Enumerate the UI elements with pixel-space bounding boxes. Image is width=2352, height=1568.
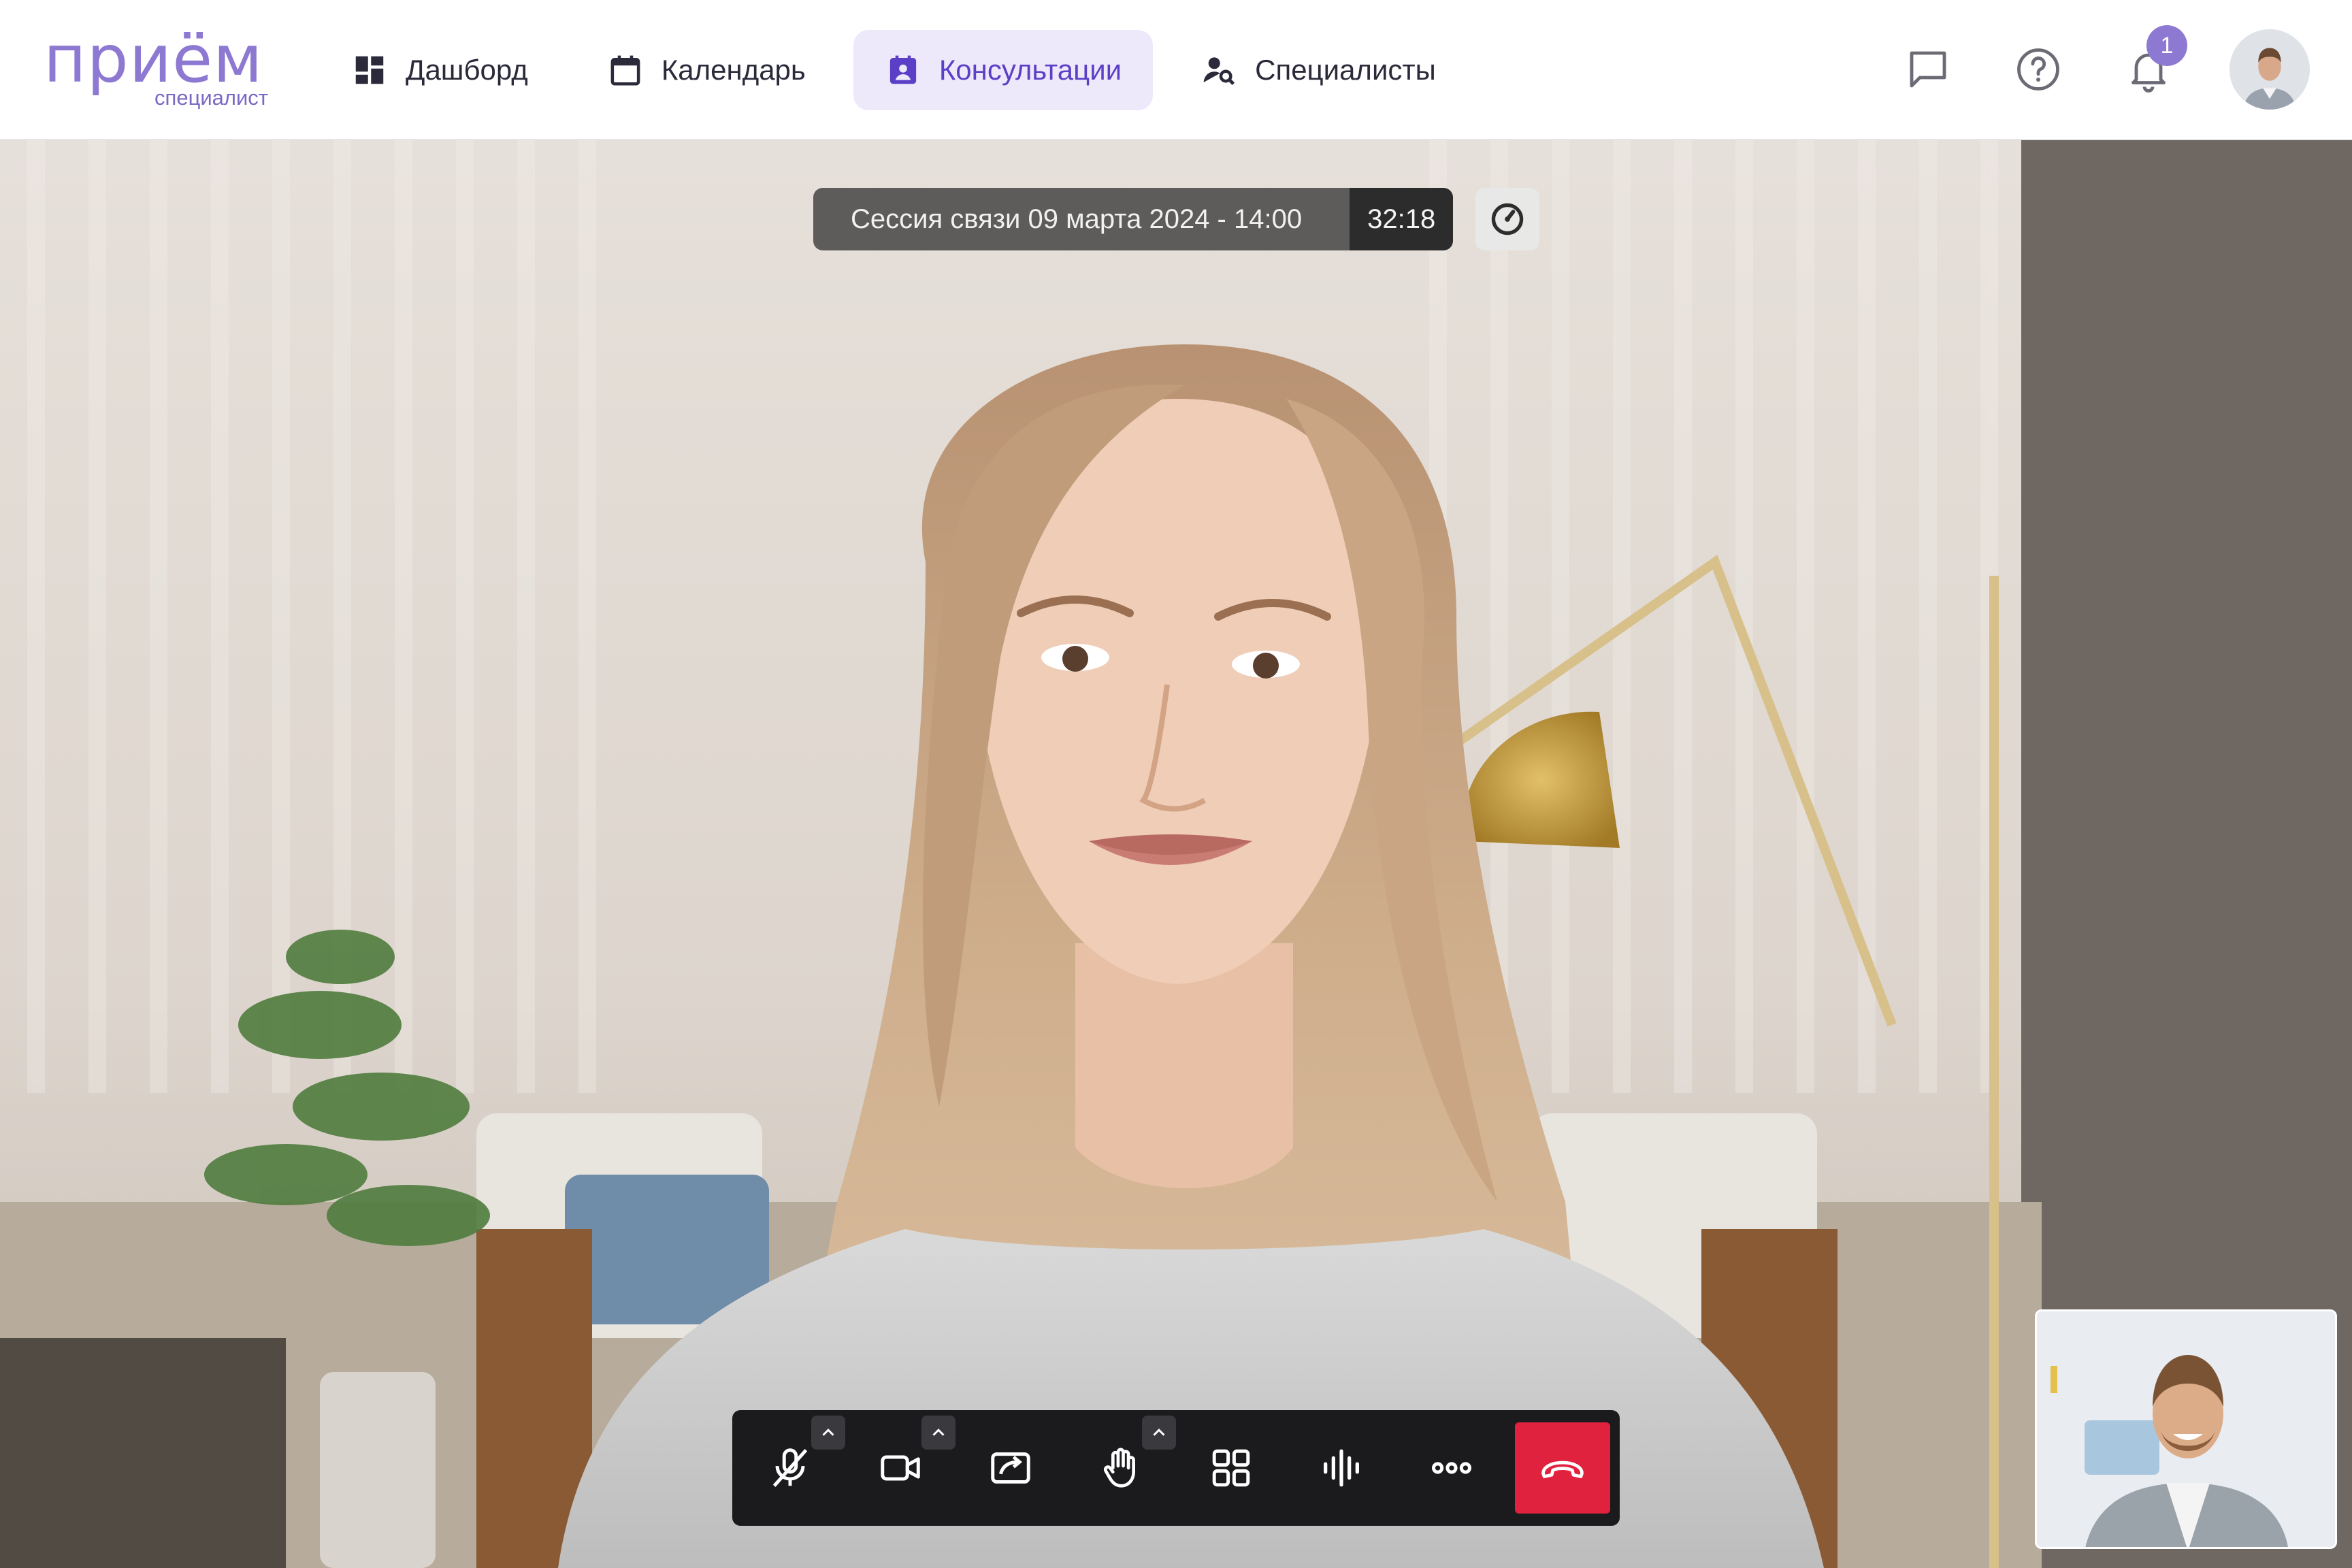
mic-options-button[interactable] — [811, 1416, 845, 1450]
call-timer: 32:18 — [1350, 188, 1454, 250]
share-screen-button[interactable] — [965, 1422, 1056, 1514]
nav-item-calendar[interactable]: Календарь — [576, 30, 837, 110]
main-nav: Дашборд Календарь Консультации Специалис… — [320, 30, 1467, 110]
specialist-search-icon — [1203, 57, 1235, 86]
connection-speed-button[interactable] — [1475, 188, 1539, 250]
top-header: приём специалист Дашборд Календарь Консу… — [0, 0, 2352, 140]
share-screen-icon — [991, 1452, 1030, 1484]
nav-item-specialists[interactable]: Специалисты — [1169, 30, 1467, 110]
session-title: Сессия связи 09 марта 2024 - 14:00 — [813, 188, 1350, 250]
chat-button[interactable] — [1899, 40, 1957, 99]
call-controls-toolbar — [732, 1410, 1620, 1526]
avatar-image — [2230, 29, 2310, 110]
chevron-up-icon — [932, 1428, 945, 1436]
camera-options-button[interactable] — [921, 1416, 956, 1450]
mic-off-icon — [772, 1448, 808, 1487]
camera-icon — [881, 1455, 920, 1481]
help-icon — [2017, 48, 2059, 91]
nav-label-consultations: Консультации — [938, 54, 1122, 86]
logo-subtitle: специалист — [154, 86, 268, 110]
dashboard-icon — [355, 56, 384, 84]
audio-wave-icon — [1324, 1449, 1359, 1487]
nav-label-calendar: Календарь — [661, 54, 806, 86]
audio-settings-button[interactable] — [1296, 1422, 1387, 1514]
layout-button[interactable] — [1186, 1422, 1277, 1514]
chevron-up-icon — [822, 1428, 834, 1436]
end-call-icon — [1541, 1460, 1584, 1479]
remote-participant-video — [0, 140, 2352, 1568]
nav-label-specialists: Специалисты — [1255, 54, 1436, 86]
raise-hand-options-button[interactable] — [1142, 1416, 1176, 1450]
header-actions: 1 — [1899, 25, 2310, 112]
app-logo[interactable]: приём специалист — [44, 22, 268, 114]
session-info-bar: Сессия связи 09 марта 2024 - 14:00 32:18 — [813, 188, 1454, 250]
chat-icon — [1910, 51, 1946, 88]
user-avatar[interactable] — [2230, 29, 2310, 110]
help-button[interactable] — [2009, 40, 2068, 99]
chevron-up-icon — [1153, 1428, 1165, 1436]
nav-item-consultations[interactable]: Консультации — [853, 30, 1154, 110]
more-options-button[interactable] — [1406, 1422, 1497, 1514]
self-video-preview[interactable] — [2035, 1309, 2337, 1549]
self-video-image — [2037, 1311, 2335, 1547]
nav-item-dashboard[interactable]: Дашборд — [320, 30, 559, 110]
notification-badge: 1 — [2146, 25, 2187, 66]
raise-hand-icon — [1103, 1448, 1135, 1488]
video-stage: Сессия связи 09 марта 2024 - 14:00 32:18 — [0, 140, 2352, 1568]
grid-layout-icon — [1212, 1449, 1250, 1487]
end-call-button[interactable] — [1515, 1422, 1610, 1514]
nav-label-dashboard: Дашборд — [406, 54, 528, 86]
notifications-button[interactable]: 1 — [2119, 25, 2187, 99]
connection-speed-icon — [1491, 203, 1524, 235]
consultation-icon — [889, 55, 916, 84]
more-icon — [1431, 1462, 1472, 1474]
calendar-icon — [610, 55, 640, 86]
